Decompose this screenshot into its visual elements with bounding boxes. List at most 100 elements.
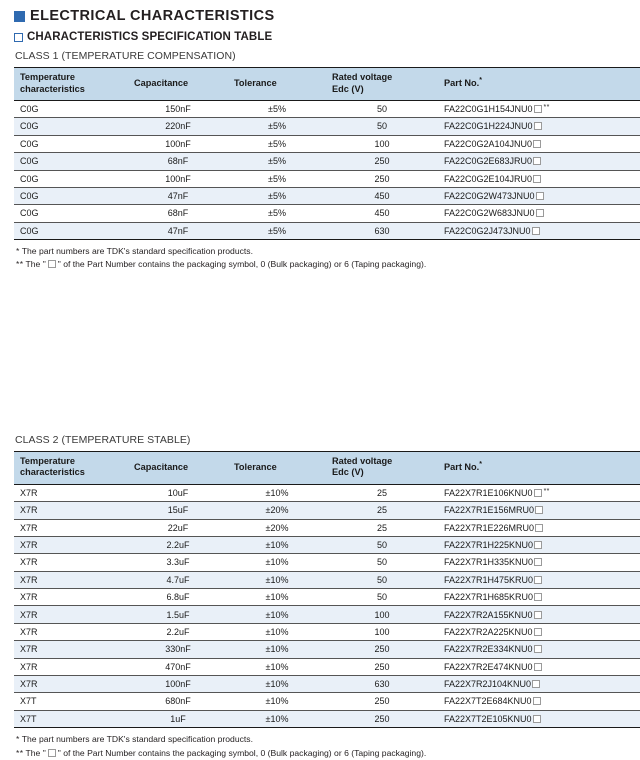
- column-header-capacitance: Capacitance: [128, 450, 228, 485]
- column-header-part-no-footnote-marker: *: [479, 460, 482, 468]
- cell-temperature-characteristics: X7R: [14, 536, 128, 555]
- cell-capacitance: 100nF: [128, 135, 228, 154]
- cell-part-no: FA22X7R1H225KNU0: [438, 536, 640, 555]
- cell-part-no: FA22X7R2J104KNU0: [438, 675, 640, 694]
- cell-part-no: FA22X7R2E334KNU0: [438, 640, 640, 659]
- part-number-text: FA22X7R2A225KNU0: [444, 626, 533, 637]
- column-header-rated-voltage-line2: Edc (V): [332, 467, 364, 478]
- packaging-placeholder-square-icon: [533, 645, 542, 654]
- cell-part-no: FA22C0G1H154JNU0 **: [438, 100, 640, 119]
- cell-temperature-characteristics: X7R: [14, 519, 128, 537]
- cell-tolerance: ±5%: [228, 222, 326, 241]
- packaging-placeholder-square-icon: [535, 523, 544, 532]
- cell-temperature-characteristics: C0G: [14, 152, 128, 171]
- cell-part-no: FA22C0G2E683JRU0: [438, 152, 640, 171]
- column-header-rated-voltage-line1: Rated voltage: [332, 72, 393, 82]
- cell-part-no: FA22C0G2E104JRU0: [438, 170, 640, 188]
- hollow-square-bullet-icon: [14, 32, 23, 42]
- cell-part-no: FA22C0G2W473JNU0: [438, 187, 640, 206]
- cell-tolerance: ±10%: [228, 571, 326, 590]
- footnote-marker-double: **: [16, 747, 24, 758]
- packaging-placeholder-square-icon: [533, 139, 542, 148]
- table-row: C0G 68nF ±5% 450 FA22C0G2W683JNU0: [14, 204, 640, 223]
- footnote-standard-products: * The part numbers are TDK's standard spe…: [16, 245, 626, 258]
- cell-capacitance: 4.7uF: [128, 571, 228, 590]
- table-row: C0G 220nF ±5% 50 FA22C0G1H224JNU0: [14, 117, 640, 136]
- class1-table-header: Temperature characteristics Capacitance …: [14, 67, 640, 101]
- cell-temperature-characteristics: X7R: [14, 640, 128, 659]
- part-number-text: FA22C0G2W683JNU0: [444, 208, 535, 219]
- cell-rated-voltage: 450: [326, 204, 438, 223]
- cell-part-no: FA22C0G2A104JNU0: [438, 135, 640, 154]
- cell-capacitance: 68nF: [128, 152, 228, 171]
- column-header-part-no-label: Part No.: [444, 78, 480, 89]
- footnote-standard-products: * The part numbers are TDK's standard spe…: [16, 733, 626, 746]
- cell-capacitance: 3.3uF: [128, 553, 228, 572]
- cell-capacitance: 22uF: [128, 519, 228, 537]
- cell-temperature-characteristics: X7R: [14, 675, 128, 694]
- class2-table-header: Temperature characteristics Capacitance …: [14, 450, 640, 485]
- column-header-rated-voltage: Rated voltage Edc (V): [326, 450, 438, 485]
- footnote-packaging-prefix: The ": [25, 259, 46, 270]
- cell-tolerance: ±10%: [228, 640, 326, 659]
- filled-square-bullet-icon: [14, 10, 25, 22]
- cell-temperature-characteristics: X7T: [14, 710, 128, 729]
- part-number-text: FA22X7T2E105KNU0: [444, 713, 532, 724]
- column-header-capacitance: Capacitance: [128, 67, 228, 101]
- cell-tolerance: ±10%: [228, 710, 326, 729]
- table-row: X7R 15uF ±20% 25 FA22X7R1E156MRU0: [14, 501, 640, 520]
- cell-capacitance: 15uF: [128, 501, 228, 520]
- cell-part-no: FA22X7R2A225KNU0: [438, 623, 640, 642]
- cell-tolerance: ±5%: [228, 135, 326, 154]
- cell-temperature-characteristics: C0G: [14, 117, 128, 136]
- table-row: C0G 47nF ±5% 630 FA22C0G2J473JNU0: [14, 222, 640, 241]
- part-number-text: FA22X7R2J104KNU0: [444, 679, 532, 690]
- cell-temperature-characteristics: C0G: [14, 222, 128, 241]
- column-header-temperature-line2: characteristics: [20, 83, 85, 94]
- cell-temperature-characteristics: X7R: [14, 605, 128, 624]
- footnote-packaging-prefix: The ": [25, 747, 46, 758]
- footnote-packaging-suffix: " of the Part Number contains the packag…: [57, 747, 427, 758]
- class1-label: CLASS 1 (TEMPERATURE COMPENSATION): [15, 50, 236, 62]
- cell-tolerance: ±10%: [228, 484, 326, 503]
- section-subtitle: CHARACTERISTICS SPECIFICATION TABLE: [14, 31, 626, 43]
- packaging-placeholder-square-icon: [534, 540, 543, 549]
- cell-temperature-characteristics: C0G: [14, 100, 128, 119]
- table-row: X7R 100nF ±10% 630 FA22X7R2J104KNU0: [14, 675, 640, 694]
- packaging-placeholder-square-icon: [47, 260, 56, 269]
- cell-temperature-characteristics: X7R: [14, 658, 128, 677]
- cell-rated-voltage: 50: [326, 553, 438, 572]
- table-row: X7R 10uF ±10% 25 FA22X7R1E106KNU0 **: [14, 484, 640, 503]
- table-row: X7R 2.2uF ±10% 50 FA22X7R1H225KNU0: [14, 536, 640, 555]
- table-header-row: Temperature characteristics Capacitance …: [14, 67, 640, 101]
- packaging-placeholder-square-icon: [533, 105, 542, 114]
- part-number-text: FA22X7R1H225KNU0: [444, 539, 534, 550]
- part-number-text: FA22X7T2E684KNU0: [444, 696, 532, 707]
- table-row: X7R 1.5uF ±10% 100 FA22X7R2A155KNU0: [14, 605, 640, 624]
- table-row: X7R 4.7uF ±10% 50 FA22X7R1H475KRU0: [14, 571, 640, 590]
- footnote-packaging-symbol: ** The " " of the Part Number contains the…: [16, 258, 626, 271]
- table-row: X7T 1uF ±10% 250 FA22X7T2E105KNU0: [14, 710, 640, 729]
- cell-rated-voltage: 250: [326, 710, 438, 729]
- cell-rated-voltage: 25: [326, 501, 438, 520]
- table-row: X7R 6.8uF ±10% 50 FA22X7R1H685KRU0: [14, 588, 640, 607]
- cell-rated-voltage: 450: [326, 187, 438, 206]
- cell-rated-voltage: 100: [326, 135, 438, 154]
- cell-tolerance: ±10%: [228, 623, 326, 642]
- cell-capacitance: 330nF: [128, 640, 228, 659]
- packaging-placeholder-square-icon: [533, 610, 542, 619]
- part-number-text: FA22X7R1H335KNU0: [444, 557, 534, 568]
- table-row: C0G 100nF ±5% 100 FA22C0G2A104JNU0: [14, 135, 640, 154]
- page-title: ELECTRICAL CHARACTERISTICS: [14, 8, 626, 24]
- footnote-marker-single: *: [16, 734, 20, 745]
- footnote-standard-products-text: The part numbers are TDK's standard spec…: [21, 246, 253, 257]
- part-number-text: FA22X7R2E474KNU0: [444, 661, 533, 672]
- cell-tolerance: ±5%: [228, 100, 326, 119]
- packaging-placeholder-square-icon: [47, 748, 56, 757]
- cell-part-no: FA22X7R1H475KRU0: [438, 571, 640, 590]
- cell-tolerance: ±10%: [228, 588, 326, 607]
- cell-tolerance: ±10%: [228, 675, 326, 694]
- cell-tolerance: ±10%: [228, 605, 326, 624]
- column-header-part-no-footnote-marker: *: [479, 77, 482, 85]
- column-header-part-no-label: Part No.: [444, 462, 480, 473]
